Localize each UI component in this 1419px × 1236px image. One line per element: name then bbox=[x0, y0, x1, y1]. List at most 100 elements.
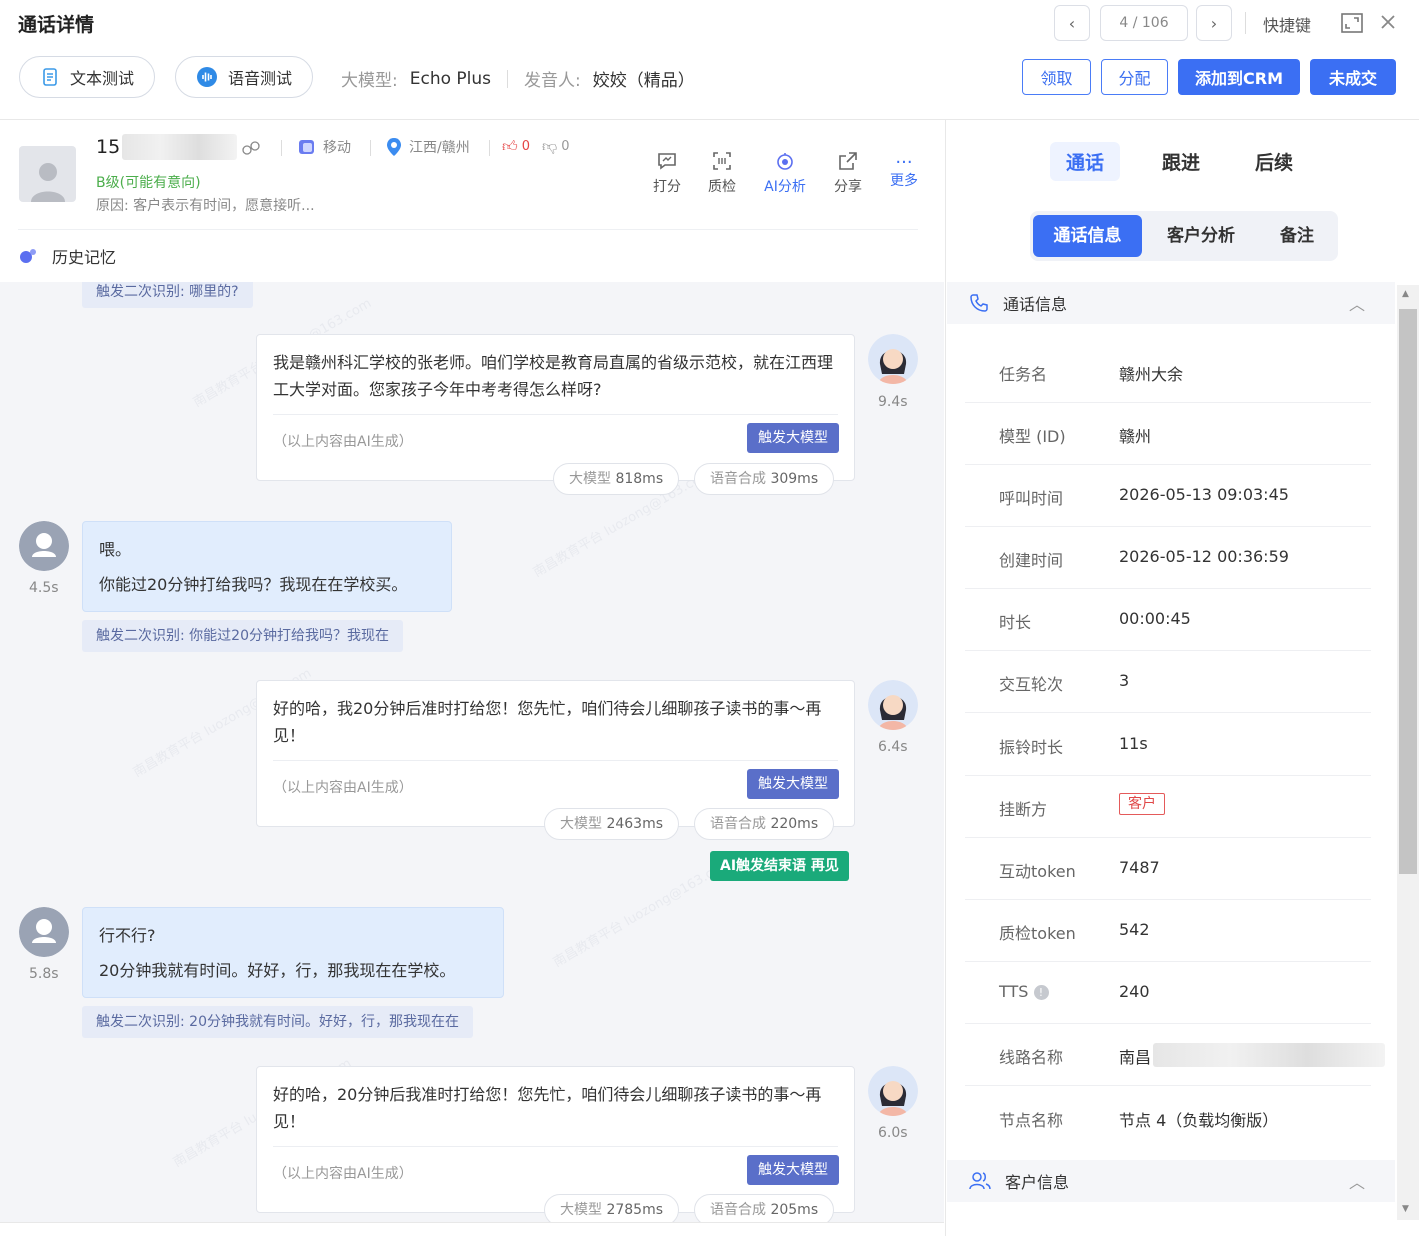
share-icon bbox=[823, 150, 873, 176]
prev-button[interactable]: ‹ bbox=[1054, 5, 1090, 41]
users-icon bbox=[969, 1172, 991, 1190]
bot-message-text: 我是赣州科汇学校的张老师。咱们学校是教育局直属的省级示范校，就在江西理工大学对面… bbox=[273, 353, 834, 399]
divider bbox=[273, 760, 838, 761]
shortcut-link[interactable]: 快捷键 bbox=[1263, 12, 1311, 36]
info-row: 创建时间 2026-05-12 00:36:59 bbox=[965, 527, 1371, 589]
divider bbox=[281, 140, 282, 156]
info-row: 振铃时长 11s bbox=[965, 714, 1371, 776]
memory-icon bbox=[20, 249, 36, 263]
info-row: 任务名 赣州大余 bbox=[965, 341, 1371, 403]
info-icon[interactable]: ! bbox=[1033, 985, 1049, 1000]
dislike-count: 0 bbox=[561, 139, 570, 154]
voice-test-label: 语音测试 bbox=[228, 69, 293, 88]
info-row: TTS ! 240 bbox=[965, 962, 1371, 1024]
user-duration: 5.8s bbox=[29, 966, 59, 982]
location-pin-icon bbox=[387, 138, 401, 156]
trigger-llm-button[interactable]: 触发大模型 bbox=[747, 1155, 839, 1185]
divider bbox=[370, 140, 371, 156]
history-memory[interactable]: 历史记忆 bbox=[18, 244, 116, 268]
info-row: 时长 00:00:45 bbox=[965, 589, 1371, 651]
more-label: 更多 bbox=[890, 173, 918, 189]
scrollbar-thumb[interactable] bbox=[1399, 309, 1417, 874]
dislike-counter[interactable]: 👎︎ 0 bbox=[542, 137, 570, 156]
score-button[interactable]: 打分 bbox=[642, 150, 692, 196]
tts-latency: 语音合成 309ms bbox=[694, 463, 835, 495]
quality-check-label: 质检 bbox=[708, 179, 736, 195]
call-info-section-header[interactable]: 通话信息 ︿ bbox=[947, 282, 1395, 324]
divider bbox=[507, 69, 509, 88]
carrier-label: 移动 bbox=[323, 140, 351, 156]
info-row: 质检token 542 bbox=[965, 900, 1371, 962]
claim-button[interactable]: 领取 bbox=[1022, 59, 1091, 95]
tab-follow-up[interactable]: 跟进 bbox=[1162, 148, 1200, 175]
next-button[interactable]: › bbox=[1196, 5, 1232, 41]
tab-subsequent[interactable]: 后续 bbox=[1255, 148, 1293, 175]
ai-analysis-label: AI分析 bbox=[764, 179, 806, 195]
customer-avatar bbox=[19, 907, 69, 957]
chevron-up-icon: ︿ bbox=[1348, 1173, 1365, 1192]
info-row: 互动token 7487 bbox=[965, 838, 1371, 900]
voice-test-button[interactable]: 语音测试 bbox=[175, 56, 314, 98]
divider bbox=[1245, 12, 1246, 34]
share-button[interactable]: 分享 bbox=[823, 150, 873, 196]
chat-area[interactable]: 南昌教育平台 luozong@163.com 南昌教育平台 luozong@16… bbox=[0, 282, 944, 1222]
model-label: 大模型: bbox=[341, 71, 398, 91]
bottom-bar bbox=[0, 1222, 944, 1236]
like-counter[interactable]: 👍︎ 0 bbox=[502, 137, 530, 156]
chevron-left-icon: ‹ bbox=[1068, 13, 1076, 33]
trigger-recognition: 触发二次识别: 你能过20分钟打给我吗？我现在 bbox=[82, 620, 403, 652]
model-meta: 大模型: Echo Plus 发音人: 姣姣（精品） bbox=[341, 66, 695, 92]
segment-call-info[interactable]: 通话信息 bbox=[1033, 215, 1142, 257]
segment-notes[interactable]: 备注 bbox=[1260, 215, 1334, 257]
trigger-llm-button[interactable]: 触发大模型 bbox=[747, 769, 839, 799]
user-message-line: 喂。 bbox=[99, 540, 132, 559]
speaker-label: 发音人: bbox=[524, 71, 581, 91]
info-row: 呼叫时间 2026-05-13 09:03:45 bbox=[965, 465, 1371, 527]
chevron-up-icon: ︿ bbox=[1348, 295, 1365, 314]
divider bbox=[273, 1146, 838, 1147]
ai-end-phrase-tag: AI触发结束语 再见 bbox=[710, 851, 849, 881]
close-icon[interactable] bbox=[1378, 12, 1398, 32]
segment-customer-analysis[interactable]: 客户分析 bbox=[1148, 215, 1254, 257]
not-deal-button[interactable]: 未成交 bbox=[1310, 59, 1396, 95]
bot-message: 我是赣州科汇学校的张老师。咱们学校是教育局直属的省级示范校，就在江西理工大学对面… bbox=[256, 334, 855, 481]
customer-info-section-header[interactable]: 客户信息 ︿ bbox=[947, 1160, 1395, 1202]
user-duration: 4.5s bbox=[29, 580, 59, 596]
bot-avatar bbox=[868, 334, 918, 384]
ai-analysis-button[interactable]: AI分析 bbox=[760, 150, 810, 196]
info-row: 交互轮次 3 bbox=[965, 651, 1371, 713]
text-test-button[interactable]: 文本测试 bbox=[19, 56, 156, 98]
scan-icon bbox=[697, 150, 747, 176]
trigger-llm-button[interactable]: 触发大模型 bbox=[747, 423, 839, 453]
customer-level: B级(可能有意向) bbox=[96, 175, 201, 191]
user-message: 喂。 你能过20分钟打给我吗？我现在在学校买。 bbox=[82, 521, 452, 612]
region-label: 江西/赣州 bbox=[409, 140, 470, 156]
carrier-icon bbox=[299, 140, 314, 154]
user-message-line: 行不行? bbox=[99, 926, 156, 945]
add-to-crm-button[interactable]: 添加到CRM bbox=[1178, 59, 1300, 95]
user-message-line: 你能过20分钟打给我吗？我现在在学校买。 bbox=[99, 575, 408, 594]
bot-message-text: 好的哈，我20分钟后准时打给您！您先忙，咱们待会儿细聊孩子读书的事～再见！ bbox=[273, 699, 822, 745]
trigger-recognition: 触发二次识别: 哪里的? bbox=[82, 282, 253, 308]
bot-duration: 9.4s bbox=[878, 394, 908, 410]
share-label: 分享 bbox=[834, 179, 862, 195]
expand-icon[interactable] bbox=[1340, 12, 1364, 34]
tts-latency: 语音合成 205ms bbox=[694, 1194, 835, 1222]
hangup-party-tag: 客户 bbox=[1119, 793, 1165, 815]
customer-info-title: 客户信息 bbox=[1005, 1173, 1070, 1192]
more-button[interactable]: ··· 更多 bbox=[879, 150, 929, 190]
customer-avatar bbox=[19, 146, 76, 202]
gender-icon bbox=[241, 138, 261, 162]
scroll-down-arrow[interactable]: ▼ bbox=[1402, 1204, 1409, 1214]
score-label: 打分 bbox=[653, 179, 681, 195]
scroll-up-arrow[interactable]: ▲ bbox=[1402, 289, 1409, 299]
ai-analysis-icon bbox=[760, 150, 810, 176]
tab-call[interactable]: 通话 bbox=[1050, 142, 1121, 181]
voice-wave-icon bbox=[197, 67, 217, 87]
llm-latency: 大模型 818ms bbox=[553, 463, 680, 495]
level-reason: 原因: 客户表示有时间，愿意接听... bbox=[96, 198, 315, 214]
assign-button[interactable]: 分配 bbox=[1101, 59, 1168, 95]
region: 江西/赣州 bbox=[385, 137, 470, 157]
quality-check-button[interactable]: 质检 bbox=[697, 150, 747, 196]
like-count: 0 bbox=[521, 139, 530, 154]
